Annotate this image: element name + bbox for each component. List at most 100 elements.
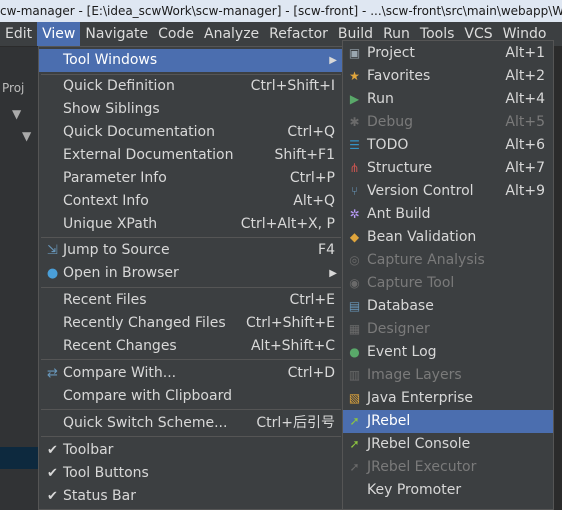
menu-item-recently-changed-files[interactable]: Recently Changed Files Ctrl+Shift+E (39, 312, 343, 335)
menu-code[interactable]: Code (153, 22, 199, 46)
menu-item-label: Bean Validation (367, 229, 477, 245)
menu-separator (41, 436, 341, 437)
capture-tool-icon: ◉ (349, 276, 360, 290)
compare-icon: ⇄ (47, 366, 58, 381)
menu-item-status-bar[interactable]: ✔ Status Bar (39, 485, 343, 508)
menu-item-label: Compare with Clipboard (63, 388, 232, 404)
menu-item-label: JRebel Console (367, 436, 471, 452)
tool-window-version-control[interactable]: ⑂ Version Control Alt+9 (343, 180, 553, 203)
menu-item-shortcut: Ctrl+E (289, 292, 336, 308)
menu-item-label: Open in Browser (63, 265, 179, 281)
menu-analyze[interactable]: Analyze (199, 22, 264, 46)
tool-window-ant-build[interactable]: ✲ Ant Build (343, 203, 553, 226)
menu-item-label: Run (367, 91, 394, 107)
selected-tree-row[interactable] (0, 447, 40, 469)
menu-item-shortcut: Ctrl+P (289, 170, 335, 186)
menu-item-shortcut: Alt+6 (505, 137, 545, 153)
tool-window-capture-tool[interactable]: ◉ Capture Tool (343, 272, 553, 295)
jrebel-executor-icon: ➚ (349, 460, 360, 474)
menu-item-shortcut: Alt+9 (505, 183, 545, 199)
checkmark-icon: ✔ (47, 489, 58, 504)
tool-window-run[interactable]: ▶ Run Alt+4 (343, 88, 553, 111)
menu-item-quick-definition[interactable]: Quick Definition Ctrl+Shift+I (39, 75, 343, 98)
menu-item-shortcut: Ctrl+Alt+X, P (240, 216, 335, 232)
menu-item-label: Quick Definition (63, 78, 175, 94)
tool-window-image-layers[interactable]: ▥ Image Layers (343, 364, 553, 387)
menu-item-parameter-info[interactable]: Parameter Info Ctrl+P (39, 167, 343, 190)
menu-item-label: TODO (367, 137, 409, 153)
menu-item-label: External Documentation (63, 147, 234, 163)
menu-item-label: Quick Documentation (63, 124, 215, 140)
menu-item-label: Image Layers (367, 367, 462, 383)
tool-window-jrebel-console[interactable]: ➚ JRebel Console (343, 433, 553, 456)
menu-item-label: Status Bar (63, 488, 137, 504)
jump-icon: ⇲ (47, 243, 58, 258)
menu-item-label: Show Siblings (63, 101, 160, 117)
tool-window-designer[interactable]: ▦ Designer (343, 318, 553, 341)
menu-view[interactable]: View (37, 22, 81, 46)
menu-item-tool-windows[interactable]: Tool Windows ▶ (39, 49, 343, 72)
submenu-arrow-icon: ▶ (329, 55, 337, 66)
menu-item-label: Tool Buttons (63, 465, 149, 481)
tool-window-database[interactable]: ▤ Database (343, 295, 553, 318)
menu-item-open-in-browser[interactable]: ● Open in Browser ▶ (39, 262, 343, 285)
editor-edge (554, 47, 562, 510)
tool-windows-submenu: ▣ Project Alt+1 ★ Favorites Alt+2 ▶ Run … (342, 40, 554, 510)
menu-item-compare-with[interactable]: ⇄ Compare With... Ctrl+D (39, 362, 343, 385)
tool-window-jrebel-executor[interactable]: ➚ JRebel Executor (343, 456, 553, 479)
menu-item-recent-files[interactable]: Recent Files Ctrl+E (39, 289, 343, 312)
menu-item-external-documentation[interactable]: External Documentation Shift+F1 (39, 144, 343, 167)
tool-window-structure[interactable]: ⋔ Structure Alt+7 (343, 157, 553, 180)
menu-item-label: Jump to Source (63, 242, 170, 258)
vcs-icon: ⑂ (350, 184, 359, 198)
menu-item-shortcut: Alt+Q (293, 193, 335, 209)
java-ee-icon: ▧ (348, 391, 361, 405)
window-title-bar: cw-manager - [E:\idea_scwWork\scw-manage… (0, 0, 562, 22)
menu-item-shortcut: Alt+Shift+C (250, 338, 335, 354)
menu-item-label: Java Enterprise (367, 390, 474, 406)
designer-icon: ▦ (348, 322, 361, 336)
jrebel-console-icon: ➚ (349, 437, 360, 451)
menu-separator (41, 359, 341, 360)
menu-item-show-siblings[interactable]: Show Siblings (39, 98, 343, 121)
tool-window-bean-validation[interactable]: ◆ Bean Validation (343, 226, 553, 249)
menu-item-toolbar[interactable]: ✔ Toolbar (39, 439, 343, 462)
tool-window-jrebel[interactable]: ➚ JRebel (343, 410, 553, 433)
menu-item-label: Ant Build (367, 206, 431, 222)
menu-item-tool-buttons[interactable]: ✔ Tool Buttons (39, 462, 343, 485)
menu-item-recent-changes[interactable]: Recent Changes Alt+Shift+C (39, 335, 343, 358)
tool-window-project[interactable]: ▣ Project Alt+1 (343, 42, 553, 65)
menu-item-label: Capture Tool (367, 275, 455, 291)
tool-window-favorites[interactable]: ★ Favorites Alt+2 (343, 65, 553, 88)
project-tab[interactable]: Proj (2, 81, 42, 103)
run-icon: ▶ (349, 92, 360, 106)
menu-item-shortcut: Shift+F1 (274, 147, 335, 163)
menu-item-label: Parameter Info (63, 170, 167, 186)
tool-window-todo[interactable]: ☰ TODO Alt+6 (343, 134, 553, 157)
menu-item-compare-with-clipboard[interactable]: Compare with Clipboard (39, 385, 343, 408)
tool-window-event-log[interactable]: ● Event Log (343, 341, 553, 364)
jrebel-icon: ➚ (349, 414, 360, 428)
menu-edit[interactable]: Edit (0, 22, 37, 46)
tool-window-capture-analysis[interactable]: ◎ Capture Analysis (343, 249, 553, 272)
tool-window-java-enterprise[interactable]: ▧ Java Enterprise (343, 387, 553, 410)
tool-window-key-promoter[interactable]: Key Promoter (343, 479, 553, 502)
menu-separator (41, 287, 341, 288)
structure-icon: ⋔ (349, 161, 360, 175)
menu-item-context-info[interactable]: Context Info Alt+Q (39, 190, 343, 213)
menu-item-quick-documentation[interactable]: Quick Documentation Ctrl+Q (39, 121, 343, 144)
tool-window-debug[interactable]: ✱ Debug Alt+5 (343, 111, 553, 134)
menu-item-jump-to-source[interactable]: ⇲ Jump to Source F4 (39, 239, 343, 262)
menu-separator (41, 409, 341, 410)
globe-icon: ● (46, 266, 59, 281)
menu-refactor[interactable]: Refactor (264, 22, 333, 46)
menu-item-label: Database (367, 298, 434, 314)
menu-item-shortcut: Alt+1 (505, 45, 545, 61)
menu-item-label: Recently Changed Files (63, 315, 226, 331)
menu-navigate[interactable]: Navigate (80, 22, 153, 46)
window-title: cw-manager - [E:\idea_scwWork\scw-manage… (0, 4, 562, 18)
menu-item-shortcut: Alt+7 (505, 160, 545, 176)
menu-item-quick-switch-scheme[interactable]: Quick Switch Scheme... Ctrl+后引号 (39, 412, 343, 435)
event-log-icon: ● (349, 345, 360, 359)
menu-item-unique-xpath[interactable]: Unique XPath Ctrl+Alt+X, P (39, 213, 343, 236)
